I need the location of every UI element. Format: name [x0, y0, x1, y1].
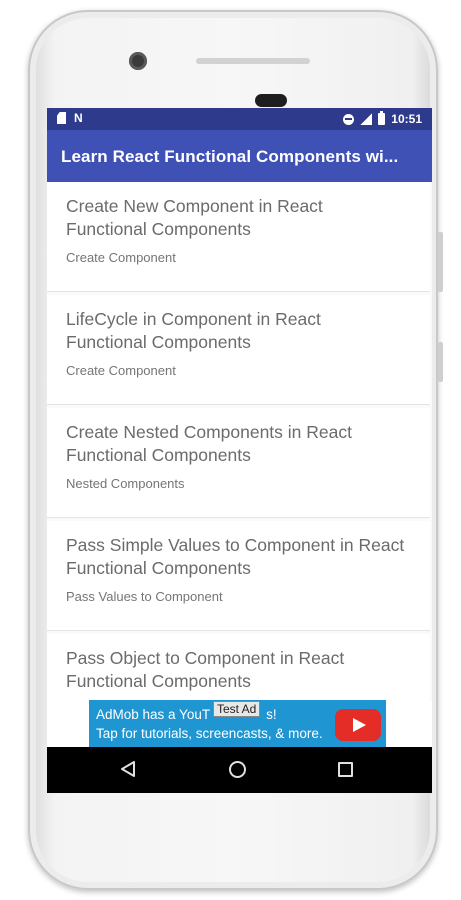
test-ad-badge: Test Ad [213, 701, 261, 717]
list-item-title: Pass Simple Values to Component in React… [66, 535, 405, 578]
list-item-title: LifeCycle in Component in React Function… [66, 309, 321, 352]
phone-screen: N 10:51 Learn React Functional Component… [47, 108, 432, 793]
list-item[interactable]: Create New Component in React Functional… [47, 182, 430, 292]
status-time: 10:51 [391, 112, 422, 126]
list-item-title: Create Nested Components in React Functi… [66, 422, 352, 465]
ad-line2: Tap for tutorials, screencasts, & more. [96, 726, 323, 741]
status-bar: N 10:51 [47, 108, 432, 130]
signal-icon [360, 113, 373, 125]
list-item-title: Pass Object to Component in React Functi… [66, 648, 345, 691]
youtube-play-icon[interactable] [335, 709, 381, 741]
back-icon[interactable] [120, 760, 136, 778]
list-item[interactable]: Create Nested Components in React Functi… [47, 408, 430, 518]
do-not-disturb-icon [343, 113, 355, 125]
list-item[interactable]: LifeCycle in Component in React Function… [47, 295, 430, 405]
ad-line1: AdMob has a YouT [96, 707, 211, 722]
topic-list: Create New Component in React Functional… [47, 182, 432, 702]
app-bar: Learn React Functional Components wi... [47, 130, 432, 182]
list-item-title: Create New Component in React Functional… [66, 196, 323, 239]
navigation-bar [47, 747, 432, 793]
list-item-subtitle: Nested Components [66, 476, 185, 491]
ad-line1-tail: s! [266, 707, 277, 722]
list-item[interactable]: Pass Simple Values to Component in React… [47, 521, 430, 631]
ad-banner[interactable]: AdMob has a YouT s! Tap for tutorials, sc… [89, 700, 386, 747]
nfc-n-icon: N [74, 111, 83, 125]
battery-icon [378, 111, 386, 125]
recent-apps-icon[interactable] [338, 762, 353, 777]
list-item-subtitle: Create Component [66, 363, 176, 378]
list-item[interactable]: Pass Object to Component in React Functi… [47, 634, 430, 702]
front-camera [129, 52, 147, 70]
list-item-subtitle: Pass Values to Component [66, 589, 223, 604]
sd-card-icon [57, 112, 66, 124]
ad-text: AdMob has a YouT s! Tap for tutorials, sc… [96, 705, 326, 743]
power-button [438, 342, 443, 382]
earpiece-speaker [255, 94, 287, 107]
home-icon[interactable] [229, 761, 246, 778]
app-title: Learn React Functional Components wi... [61, 147, 399, 166]
volume-button [438, 232, 443, 292]
proximity-sensor [196, 58, 310, 64]
list-item-subtitle: Create Component [66, 250, 176, 265]
